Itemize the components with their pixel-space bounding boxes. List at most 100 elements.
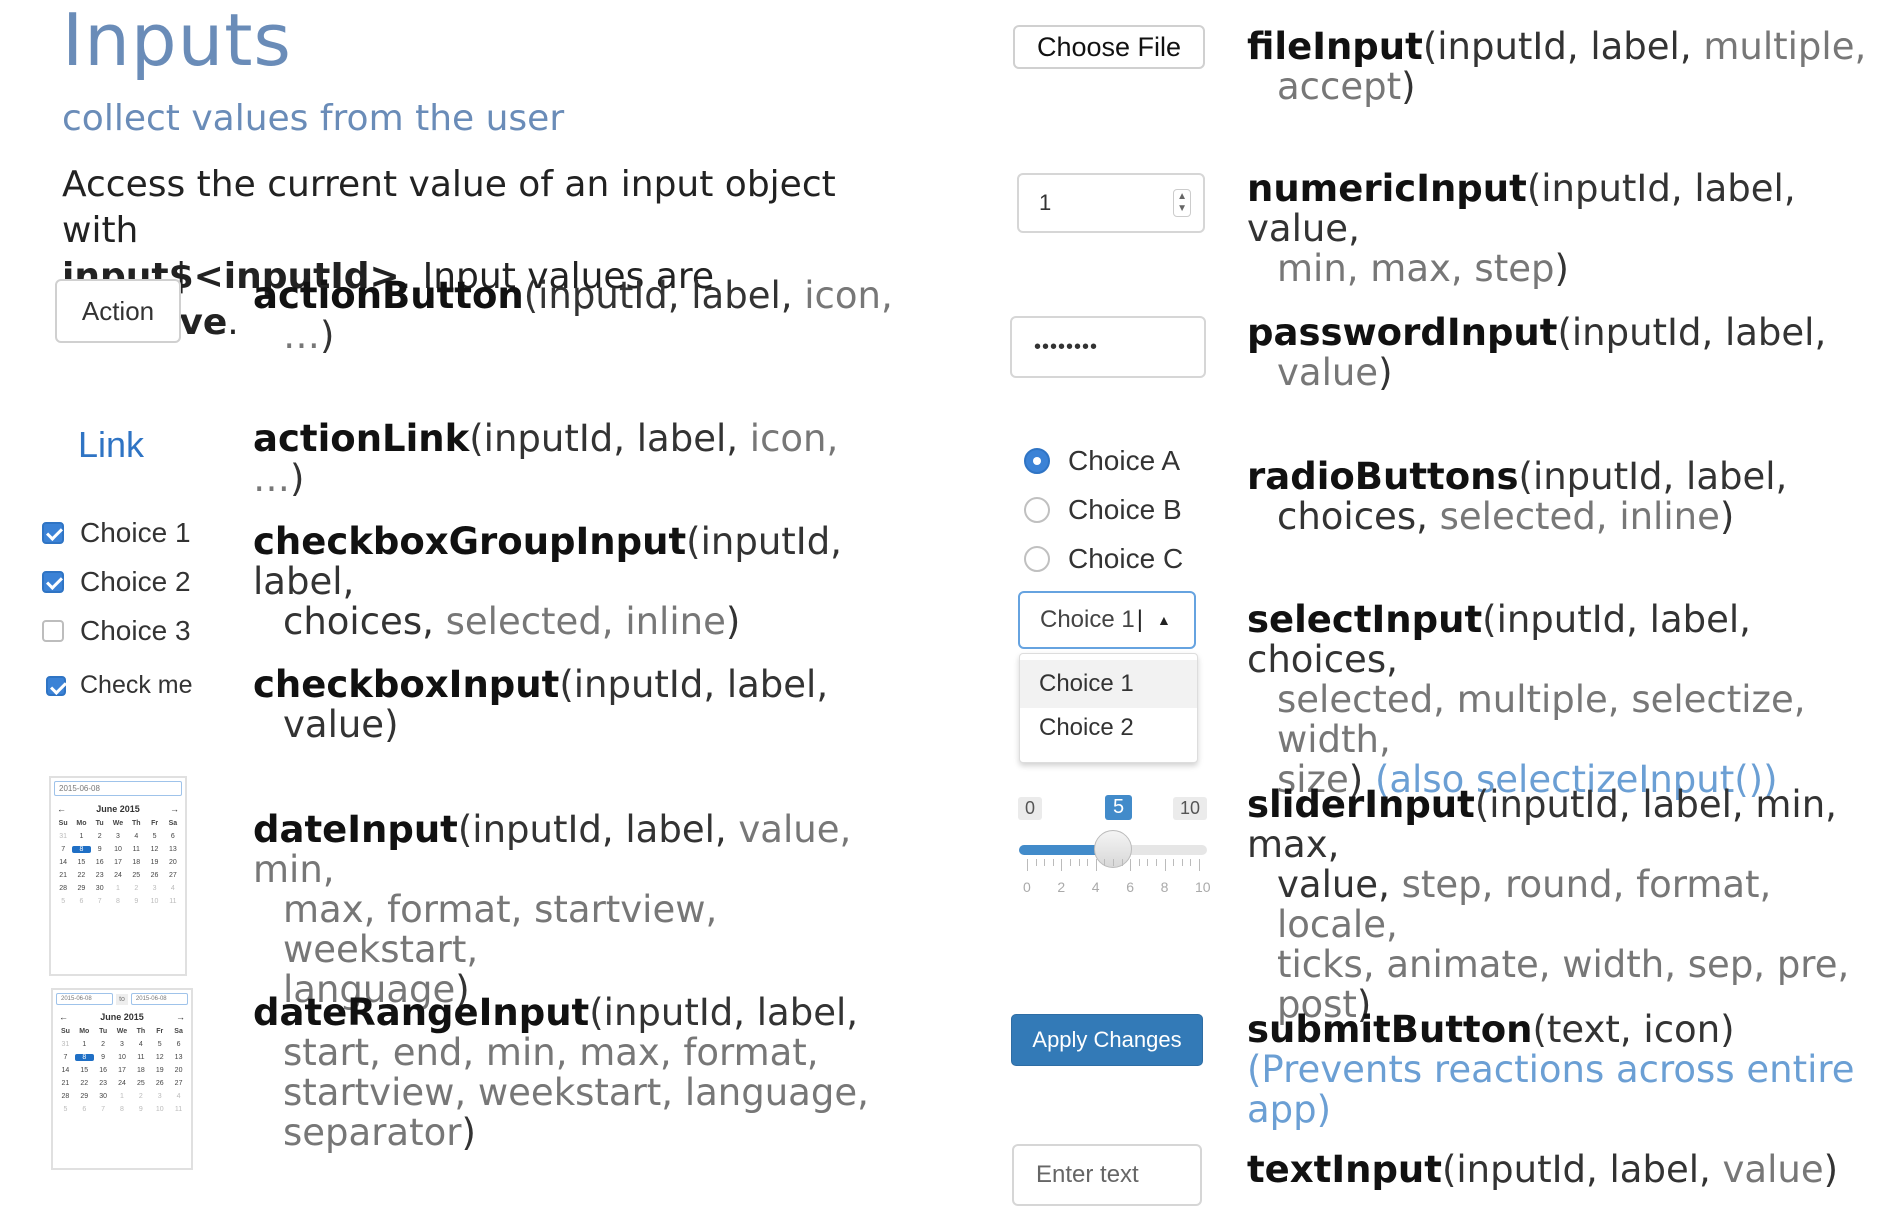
calendar-day[interactable]: 7 (54, 846, 72, 853)
calendar-day[interactable]: 18 (131, 1067, 150, 1074)
calendar-day[interactable]: 3 (150, 1093, 169, 1100)
date-range-widget[interactable]: 2015-06-08 to 2015-06-08 ← June 2015 → S… (51, 988, 193, 1170)
radio-unselected-icon[interactable] (1024, 545, 1050, 572)
select-option[interactable]: Choice 1 (1020, 660, 1197, 708)
calendar-day[interactable]: 12 (145, 846, 163, 853)
calendar-day[interactable]: 26 (145, 872, 163, 879)
calendar-day[interactable]: 25 (131, 1080, 150, 1087)
radio-item[interactable]: Choice A (1024, 436, 1183, 485)
single-checkbox[interactable]: Check me (46, 671, 193, 700)
calendar-day[interactable]: 16 (94, 1067, 113, 1074)
calendar-day[interactable]: 25 (127, 872, 145, 879)
select-option[interactable]: Choice 2 (1020, 708, 1197, 748)
calendar-day[interactable]: 11 (127, 846, 145, 853)
calendar-day[interactable]: 7 (94, 1106, 113, 1113)
calendar-next-icon[interactable]: → (170, 804, 179, 814)
calendar-day[interactable]: 8 (113, 1106, 132, 1113)
caret-up-icon[interactable]: ▲ (1157, 612, 1171, 628)
calendar-day[interactable]: 4 (169, 1093, 188, 1100)
calendar-day[interactable]: 28 (54, 885, 72, 892)
action-button[interactable]: Action (55, 279, 181, 343)
checkbox-item[interactable]: Choice 2 (42, 557, 191, 606)
calendar-day[interactable]: 9 (94, 1054, 113, 1061)
submit-button[interactable]: Apply Changes (1011, 1014, 1203, 1066)
calendar-prev-icon[interactable]: ← (59, 1012, 68, 1022)
calendar-day[interactable]: 22 (72, 872, 90, 879)
calendar-day[interactable]: 31 (54, 833, 72, 840)
calendar-day[interactable]: 27 (164, 872, 182, 879)
calendar-day[interactable]: 31 (56, 1041, 75, 1048)
calendar-next-icon[interactable]: → (176, 1012, 185, 1022)
calendar-day[interactable]: 27 (169, 1080, 188, 1087)
calendar-day[interactable]: 21 (54, 872, 72, 879)
calendar-day[interactable]: 28 (56, 1093, 75, 1100)
calendar-day[interactable]: 11 (169, 1106, 188, 1113)
calendar-day[interactable]: 2 (131, 1093, 150, 1100)
calendar-day[interactable]: 30 (94, 1093, 113, 1100)
calendar-day[interactable]: 6 (169, 1041, 188, 1048)
numeric-input[interactable]: 1 ▲ ▼ (1017, 173, 1205, 233)
calendar-day[interactable]: 15 (72, 859, 90, 866)
calendar-day[interactable]: 11 (164, 898, 182, 905)
radio-selected-icon[interactable] (1024, 447, 1050, 474)
checkbox-checked-icon[interactable] (42, 570, 64, 593)
calendar-day[interactable]: 2 (91, 833, 109, 840)
calendar-day[interactable]: 30 (91, 885, 109, 892)
calendar-day[interactable]: 6 (72, 898, 90, 905)
calendar-day[interactable]: 3 (109, 833, 127, 840)
calendar-day[interactable]: 23 (91, 872, 109, 879)
checkbox-item[interactable]: Choice 3 (42, 606, 191, 655)
calendar-day[interactable]: 14 (54, 859, 72, 866)
calendar-day[interactable]: 22 (75, 1080, 94, 1087)
calendar-day[interactable]: 2 (127, 885, 145, 892)
checkbox-checked-icon[interactable] (46, 675, 66, 696)
calendar-day[interactable]: 29 (72, 885, 90, 892)
calendar-day[interactable]: 3 (145, 885, 163, 892)
calendar-day[interactable]: 29 (75, 1093, 94, 1100)
calendar-day[interactable]: 8 (72, 846, 91, 853)
date-range-end[interactable]: 2015-06-08 (130, 993, 188, 1005)
calendar-day[interactable]: 17 (113, 1067, 132, 1074)
action-link[interactable]: Link (78, 424, 144, 466)
calendar-day[interactable]: 12 (150, 1054, 169, 1061)
slider-widget[interactable]: 0 5 10 0 2 4 6 8 10 (1015, 795, 1211, 905)
radio-item[interactable]: Choice C (1024, 534, 1183, 583)
calendar-day[interactable]: 10 (150, 1106, 169, 1113)
calendar-day[interactable]: 13 (169, 1054, 188, 1061)
calendar-day[interactable]: 6 (164, 833, 182, 840)
date-range-start[interactable]: 2015-06-08 (56, 993, 114, 1005)
calendar-day[interactable]: 3 (113, 1041, 132, 1048)
calendar-day[interactable]: 18 (127, 859, 145, 866)
calendar-day[interactable]: 1 (72, 833, 90, 840)
date-input-widget[interactable]: 2015-06-08 ← June 2015 → Su Mo Tu We Th Fr Sa 3… (49, 776, 187, 976)
calendar-day[interactable]: 7 (56, 1054, 75, 1061)
calendar-day[interactable]: 4 (127, 833, 145, 840)
calendar-prev-icon[interactable]: ← (57, 804, 66, 814)
calendar-day[interactable]: 21 (56, 1080, 75, 1087)
text-input[interactable]: Enter text (1012, 1144, 1202, 1206)
calendar-day[interactable]: 6 (75, 1106, 94, 1113)
calendar-day[interactable]: 4 (131, 1041, 150, 1048)
calendar-day[interactable]: 5 (145, 833, 163, 840)
calendar-day[interactable]: 20 (164, 859, 182, 866)
calendar-day[interactable]: 14 (56, 1067, 75, 1074)
stepper-icon[interactable]: ▲ ▼ (1173, 189, 1191, 217)
calendar-day[interactable]: 4 (164, 885, 182, 892)
calendar-day[interactable]: 15 (75, 1067, 94, 1074)
calendar-day[interactable]: 1 (113, 1093, 132, 1100)
calendar-day[interactable]: 24 (109, 872, 127, 879)
calendar-day[interactable]: 5 (54, 898, 72, 905)
calendar-day[interactable]: 1 (75, 1041, 94, 1048)
calendar-day[interactable]: 5 (56, 1106, 75, 1113)
calendar-day[interactable]: 19 (150, 1067, 169, 1074)
calendar-day[interactable]: 19 (145, 859, 163, 866)
calendar-day[interactable]: 1 (109, 885, 127, 892)
calendar-day[interactable]: 11 (131, 1054, 150, 1061)
calendar-day[interactable]: 23 (94, 1080, 113, 1087)
calendar-day[interactable]: 2 (94, 1041, 113, 1048)
radio-unselected-icon[interactable] (1024, 496, 1050, 523)
calendar-day[interactable]: 8 (109, 898, 127, 905)
calendar-day[interactable]: 16 (91, 859, 109, 866)
calendar-day[interactable]: 20 (169, 1067, 188, 1074)
calendar-day[interactable]: 17 (109, 859, 127, 866)
